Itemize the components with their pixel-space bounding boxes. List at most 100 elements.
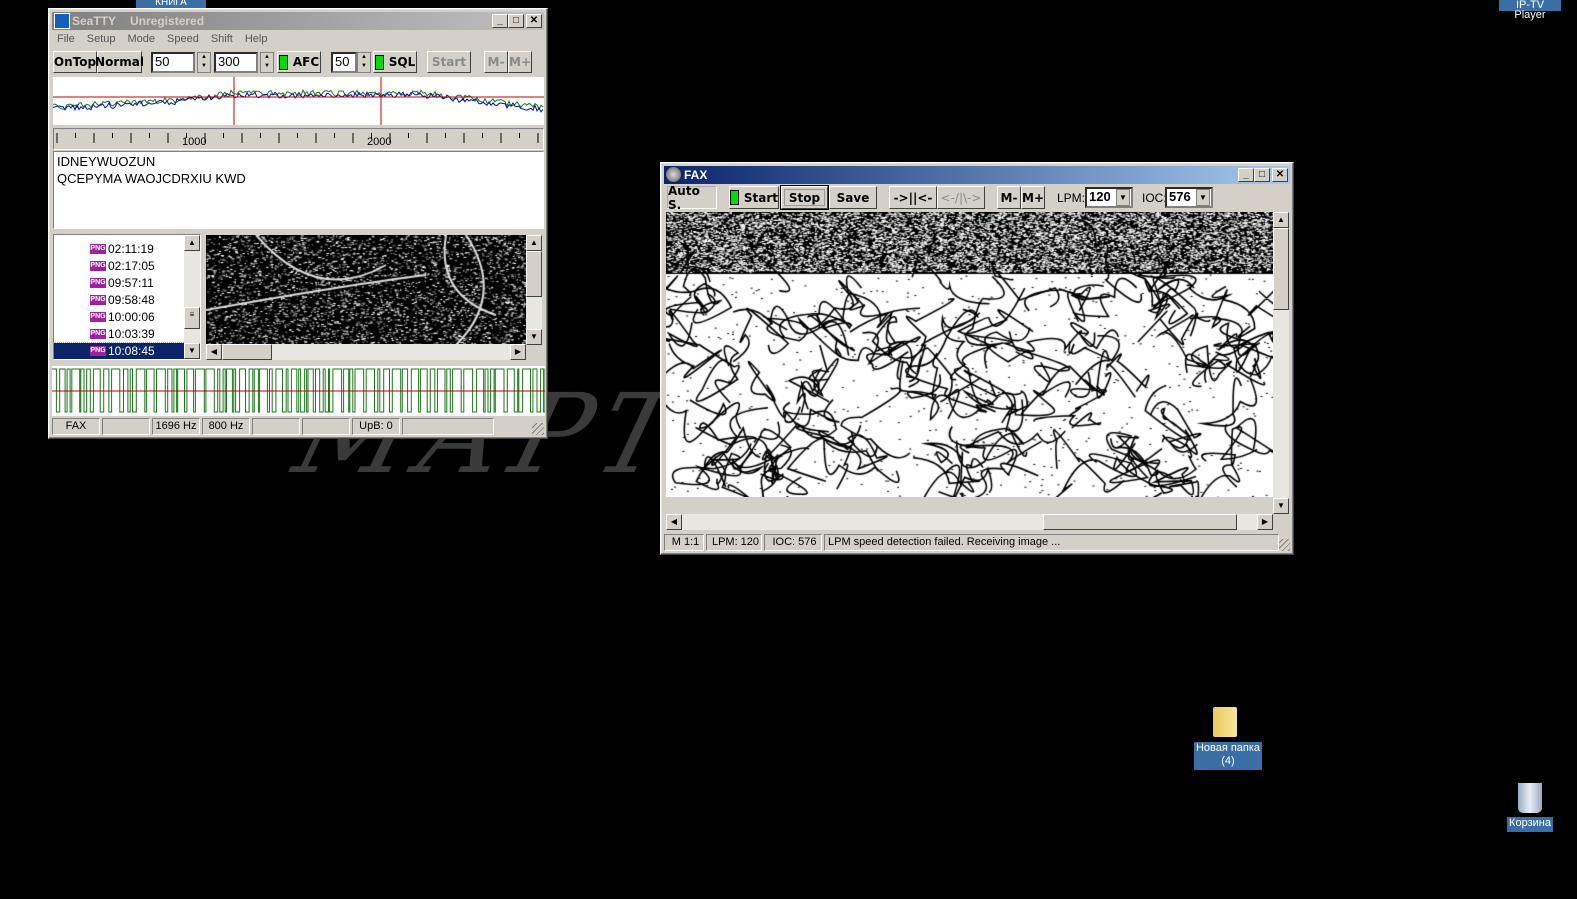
thumb-vscrollbar[interactable]: ▲ ▼ bbox=[526, 235, 542, 345]
resize-grip-icon[interactable] bbox=[1278, 539, 1290, 551]
start-label: Start bbox=[744, 191, 778, 205]
thumb-hscrollbar[interactable]: ◀ ▶ bbox=[206, 344, 526, 360]
file-time: 02:17:05 bbox=[108, 259, 155, 273]
fax-thumbnail bbox=[206, 235, 526, 345]
fax-app-icon bbox=[666, 167, 681, 182]
resize-grip-icon[interactable] bbox=[532, 423, 544, 435]
ioc-dropdown-icon[interactable]: ▼ bbox=[1196, 189, 1210, 206]
menu-bar: File Setup Mode Speed Shift Help bbox=[57, 33, 279, 45]
fax-m-minus-button[interactable]: M- bbox=[997, 186, 1021, 209]
status-field: M 1:1 bbox=[664, 534, 704, 551]
maximize-button[interactable]: □ bbox=[508, 14, 524, 28]
file-time: 09:58:48 bbox=[108, 293, 155, 307]
frequency-scale: 1000 2000 bbox=[53, 128, 544, 150]
close-button[interactable]: ✕ bbox=[1272, 168, 1288, 182]
received-text-area[interactable]: IDNEYWUOZUN QCEPYMA WAOJCDRXIU KWD bbox=[53, 151, 544, 229]
fax-save-button[interactable]: Save bbox=[829, 186, 877, 209]
start-button[interactable]: Start bbox=[427, 51, 471, 73]
desktop-icon-iptv[interactable]: IP-TV Player bbox=[1499, 0, 1561, 11]
sql-level-input[interactable]: 50 bbox=[331, 52, 357, 73]
desktop-icon-kniga[interactable]: КНИГА bbox=[136, 0, 206, 8]
folder-count: (4) bbox=[1194, 755, 1262, 768]
png-file-icon: PNG bbox=[90, 312, 106, 322]
scale-label-1000: 1000 bbox=[182, 136, 206, 148]
maximize-button[interactable]: □ bbox=[1254, 168, 1270, 182]
file-item[interactable]: PNG 02:11:19 bbox=[54, 241, 185, 257]
m-minus-button[interactable]: M- bbox=[484, 51, 508, 73]
lpm-dropdown-icon[interactable]: ▼ bbox=[1116, 189, 1130, 206]
shift-input[interactable]: 300 bbox=[214, 52, 258, 73]
png-file-icon: PNG bbox=[90, 329, 106, 339]
fax-stop-button[interactable]: Stop bbox=[781, 186, 828, 209]
recycle-bin-icon[interactable] bbox=[1518, 783, 1542, 813]
menu-shift[interactable]: Shift bbox=[211, 33, 233, 45]
slant-button[interactable]: <-/|\-> bbox=[937, 186, 985, 209]
minimize-button[interactable]: _ bbox=[492, 14, 508, 28]
file-item[interactable]: PNG 10:03:39 bbox=[54, 326, 185, 342]
file-item[interactable]: PNG 10:00:06 bbox=[54, 309, 185, 325]
status-field bbox=[102, 418, 150, 435]
status-field: FAX bbox=[52, 418, 100, 435]
fax-m-plus-button[interactable]: M+ bbox=[1021, 186, 1045, 209]
speed-input[interactable]: 50 bbox=[151, 52, 195, 73]
window-subtitle: Unregistered bbox=[130, 14, 204, 28]
png-file-icon: PNG bbox=[90, 244, 106, 254]
menu-speed[interactable]: Speed bbox=[167, 33, 199, 45]
file-item[interactable]: PNG 02:17:05 bbox=[54, 258, 185, 274]
png-file-icon: PNG bbox=[90, 261, 106, 271]
afc-toggle[interactable]: AFC bbox=[277, 51, 321, 73]
status-field: UpB: 0 bbox=[352, 418, 400, 435]
fax-vscrollbar[interactable]: ▲ ▼ bbox=[1273, 212, 1289, 514]
text-line: IDNEYWUOZUN bbox=[57, 153, 540, 170]
fax-image[interactable] bbox=[666, 212, 1273, 497]
tree-scrollbar[interactable]: ▲ ≡ ▼ bbox=[184, 235, 200, 359]
status-field bbox=[302, 418, 350, 435]
file-time: 10:03:39 bbox=[108, 327, 155, 341]
file-tree[interactable]: PNG 02:11:19 PNG 02:17:05 PNG 09:57:11 PNG 09:5… bbox=[53, 234, 201, 360]
file-item[interactable]: PNG 09:58:48 bbox=[54, 292, 185, 308]
m-plus-button[interactable]: M+ bbox=[508, 51, 532, 73]
sql-toggle[interactable]: SQL bbox=[373, 51, 417, 73]
spectrum-display[interactable] bbox=[53, 77, 544, 125]
lpm-label: LPM: bbox=[1057, 191, 1085, 205]
signal-trace bbox=[52, 366, 545, 416]
minimize-button[interactable]: _ bbox=[1238, 168, 1254, 182]
png-file-icon: PNG bbox=[90, 346, 106, 356]
sql-spinner[interactable]: ▲ ▼ bbox=[357, 52, 371, 73]
center-button[interactable]: ->||<- bbox=[889, 186, 937, 209]
fax-titlebar[interactable]: FAX _ □ ✕ bbox=[664, 166, 1290, 184]
folder-icon[interactable] bbox=[1213, 707, 1237, 737]
status-field: IOC: 576 bbox=[764, 534, 822, 551]
file-time: 10:00:06 bbox=[108, 310, 155, 324]
folder-label[interactable]: Новая папка (4) bbox=[1194, 742, 1262, 770]
file-time: 10:08:45 bbox=[108, 344, 155, 358]
auto-sync-button[interactable]: Auto S. bbox=[667, 186, 717, 209]
recycle-bin-label[interactable]: Корзина bbox=[1507, 817, 1553, 832]
ioc-label: IOC: bbox=[1142, 191, 1167, 205]
menu-help[interactable]: Help bbox=[245, 33, 268, 45]
status-field: LPM: 120 bbox=[706, 534, 762, 551]
status-field bbox=[252, 418, 300, 435]
folder-name: Новая папка bbox=[1194, 742, 1262, 755]
menu-setup[interactable]: Setup bbox=[87, 33, 116, 45]
ontop-button[interactable]: OnTop bbox=[53, 51, 97, 73]
file-time: 02:11:19 bbox=[108, 242, 154, 256]
afc-led-icon bbox=[279, 55, 288, 70]
file-item[interactable]: PNG 09:57:11 bbox=[54, 275, 185, 291]
normal-button[interactable]: Normal bbox=[97, 51, 142, 73]
seatty-titlebar[interactable]: SeaTTY Unregistered _ □ ✕ bbox=[52, 12, 544, 30]
menu-mode[interactable]: Mode bbox=[127, 33, 155, 45]
app-icon bbox=[54, 13, 70, 29]
spectrum-trace-average bbox=[53, 90, 543, 109]
status-field: LPM speed detection failed. Receiving im… bbox=[824, 534, 1279, 551]
close-button[interactable]: ✕ bbox=[526, 14, 542, 28]
speed-spinner[interactable]: ▲ ▼ bbox=[197, 52, 211, 73]
fax-start-button[interactable]: Start bbox=[729, 186, 779, 209]
sql-label: SQL bbox=[389, 55, 416, 69]
shift-spinner[interactable]: ▲ ▼ bbox=[260, 52, 274, 73]
menu-file[interactable]: File bbox=[57, 33, 75, 45]
file-item[interactable]: PNG 10:08:45 bbox=[54, 343, 185, 359]
afc-label: AFC bbox=[293, 55, 319, 69]
status-field: 1696 Hz bbox=[152, 418, 200, 435]
fax-hscrollbar[interactable]: ◀ ▶ bbox=[666, 514, 1273, 530]
